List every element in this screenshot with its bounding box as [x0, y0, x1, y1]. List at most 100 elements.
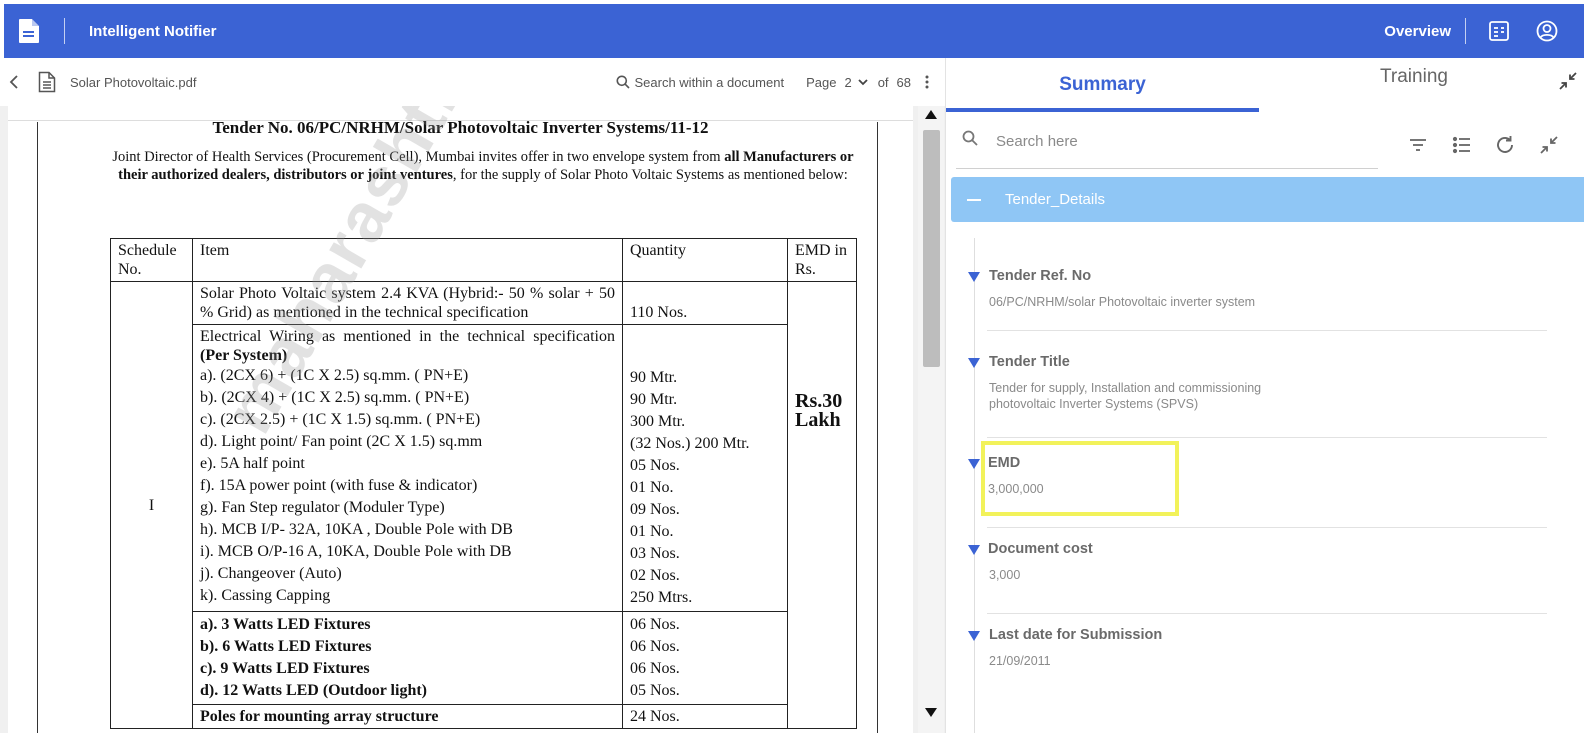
file-name: Solar Photovoltaic.pdf [70, 74, 197, 90]
field-label: Tender Title [989, 354, 1070, 370]
header-schedule: Schedule No. [110, 238, 193, 282]
scroll-down-arrow-icon[interactable] [925, 708, 937, 717]
field-label: Last date for Submission [989, 627, 1163, 643]
expand-triangle-icon[interactable] [968, 272, 980, 282]
collapse-minus-icon[interactable] [967, 198, 981, 201]
list-item: 02 Nos. [630, 567, 680, 584]
list-item: h). MCB I/P- 32A, 10KA , Double Pole wit… [200, 521, 513, 538]
list-view-icon[interactable] [1451, 134, 1473, 156]
list-item: e). 5A half point [200, 455, 305, 472]
user-account-icon[interactable] [1536, 20, 1558, 42]
field-value: 3,000 [989, 568, 1021, 582]
field-value: 21/09/2011 [989, 654, 1051, 668]
list-item: (32 Nos.) 200 Mtr. [630, 435, 750, 452]
list-item: 03 Nos. [630, 545, 680, 562]
file-icon [38, 71, 56, 93]
field-value: Tender for supply, Installation and comm… [989, 381, 1262, 411]
tender-table: Schedule No. Item Quantity EMD in Rs. I … [110, 238, 857, 729]
intro-text-end: , for the supply of Solar Photo Voltaic … [452, 167, 848, 183]
field-divider [987, 330, 1547, 331]
table-row: Poles for mounting array structure 24 No… [111, 704, 857, 729]
expand-triangle-icon[interactable] [968, 631, 980, 641]
document-logo-icon[interactable] [18, 18, 40, 44]
schedule-number: I [110, 281, 193, 729]
row1-qty: 110 Nos. [622, 281, 788, 325]
list-item: a). 3 Watts LED Fixtures [200, 616, 371, 633]
header-emd: EMD in Rs. [787, 238, 857, 282]
expand-triangle-icon[interactable] [968, 545, 980, 555]
document-viewer[interactable]: Tender No. 06/PC/NRHM/Solar Photovoltaic… [0, 106, 945, 733]
document-scrollbar[interactable] [918, 106, 944, 733]
filter-icon[interactable] [1407, 134, 1429, 156]
list-item: 300 Mtr. [630, 413, 686, 430]
document-toolbar: Solar Photovoltaic.pdf Search within a d… [0, 58, 945, 106]
list-item: i). MCB O/P-16 A, 10KA, Double Pole with… [200, 543, 512, 560]
list-item: 90 Mtr. [630, 369, 678, 386]
tender-details-section-header[interactable]: Tender_Details [951, 177, 1584, 222]
list-item: 05 Nos. [630, 457, 680, 474]
field-divider [987, 613, 1547, 614]
list-item: d). 12 Watts LED (Outdoor light) [200, 682, 427, 699]
field-label: Document cost [988, 541, 1093, 557]
scrollbar-thumb[interactable] [923, 130, 940, 367]
list-item: 01 No. [630, 523, 674, 540]
expand-triangle-icon[interactable] [968, 459, 980, 469]
search-icon [616, 75, 631, 89]
scroll-up-arrow-icon[interactable] [925, 110, 937, 119]
pdf-page: Tender No. 06/PC/NRHM/Solar Photovoltaic… [8, 106, 913, 733]
field-divider [987, 437, 1547, 438]
row3-qty: 06 Nos. 06 Nos. 06 Nos. 05 Nos. [622, 611, 788, 705]
dashboard-icon[interactable] [1488, 20, 1510, 42]
list-item: c). 9 Watts LED Fixtures [200, 660, 370, 677]
page-label: Page [806, 74, 837, 90]
list-item: 90 Mtr. [630, 391, 678, 408]
expand-triangle-icon[interactable] [968, 358, 980, 368]
table-header-row: Schedule No. Item Quantity EMD in Rs. [110, 238, 857, 282]
table-row: a). 3 Watts LED Fixtures b). 6 Watts LED… [111, 611, 857, 705]
header-quantity: Quantity [622, 238, 788, 282]
list-item: 06 Nos. [630, 616, 680, 633]
more-options-icon[interactable] [925, 75, 929, 89]
header-divider [64, 18, 65, 44]
field-label: Tender Ref. No [989, 268, 1092, 284]
list-item: g). Fan Step regulator (Moduler Type) [200, 499, 445, 516]
list-item: 01 No. [630, 479, 674, 496]
table-row: I Solar Photo Voltaic system 2.4 KVA (Hy… [110, 281, 857, 729]
emd-amount: Rs.30 Lakh [787, 281, 857, 729]
total-pages: 68 [896, 74, 911, 90]
list-item: 250 Mtrs. [630, 589, 693, 606]
table-row: Electrical Wiring as mentioned in the te… [111, 324, 857, 612]
refresh-icon[interactable] [1494, 134, 1516, 156]
app-title: Intelligent Notifier [89, 22, 217, 40]
tree-line [974, 238, 975, 733]
app-root: Intelligent Notifier Overview Solar Phot… [0, 0, 1584, 733]
collapse-all-icon[interactable] [1538, 134, 1560, 156]
list-item: k). Cassing Capping [200, 587, 331, 604]
field-divider [987, 527, 1547, 528]
collapse-panel-icon[interactable] [1559, 72, 1577, 90]
tab-summary[interactable]: Summary [946, 58, 1259, 112]
row4-qty: 24 Nos. [622, 704, 788, 729]
list-item: 05 Nos. [630, 682, 680, 699]
row1-item: Solar Photo Voltaic system 2.4 KVA (Hybr… [192, 281, 623, 325]
summary-panel: Summary Training Search here Tender_Deta… [945, 58, 1584, 733]
back-arrow-icon[interactable] [8, 75, 22, 89]
list-item: 06 Nos. [630, 638, 680, 655]
field-value: 06/PC/NRHM/solar Photovoltaic inverter s… [989, 295, 1256, 309]
document-search[interactable]: Search within a document [616, 75, 784, 90]
list-item: j). Changeover (Auto) [200, 565, 342, 582]
list-item: 06 Nos. [630, 660, 680, 677]
panel-search-input[interactable] [996, 124, 1376, 158]
row4-item: Poles for mounting array structure [192, 704, 623, 729]
overview-link[interactable]: Overview [1384, 23, 1451, 40]
section-title: Tender_Details [1005, 191, 1106, 208]
tab-training[interactable]: Training [1259, 50, 1569, 104]
emd-highlight-box [981, 441, 1179, 516]
panel-tabs: Summary Training [946, 58, 1584, 112]
current-page-select[interactable]: 2 [844, 75, 851, 90]
chevron-down-icon[interactable] [858, 78, 868, 86]
page-border-right [877, 122, 878, 733]
of-label: of [877, 74, 889, 90]
page-border-left [37, 122, 38, 733]
list-item: f). 15A power point (with fuse & indicat… [200, 477, 478, 494]
